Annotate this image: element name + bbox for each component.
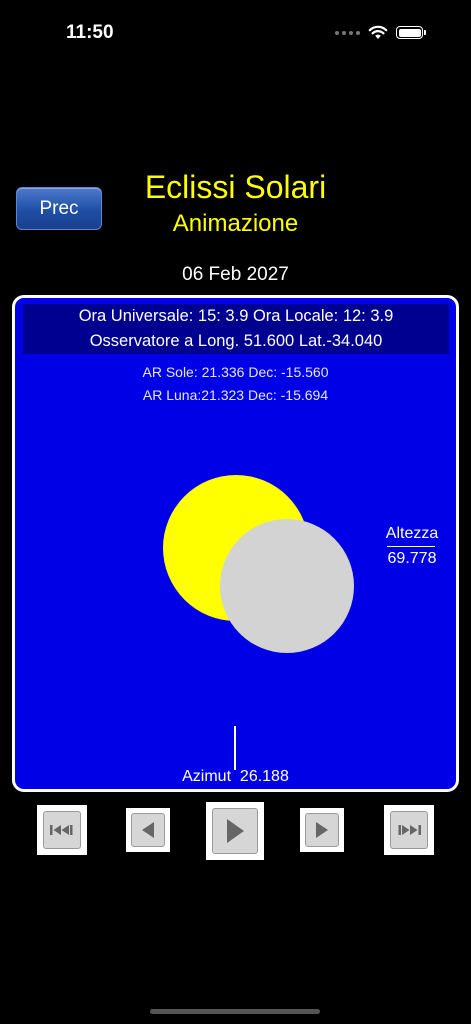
battery-icon bbox=[396, 26, 426, 39]
azimuth-marker bbox=[234, 726, 236, 770]
status-icons bbox=[335, 25, 426, 40]
step-forward-icon bbox=[316, 822, 328, 838]
altitude-divider bbox=[387, 546, 435, 547]
step-back-icon bbox=[142, 822, 154, 838]
azimuth-readout: Azimut 26.188 bbox=[182, 768, 289, 785]
altitude-value: 69.778 bbox=[387, 550, 437, 567]
skip-last-button[interactable] bbox=[384, 805, 434, 855]
time-info: Ora Universale: 15: 3.9 Ora Locale: 12: … bbox=[23, 304, 449, 329]
wifi-icon bbox=[368, 25, 388, 39]
sun-coordinates: AR Sole: 21.336 Dec: -15.560 bbox=[142, 364, 329, 380]
moon-coordinates: AR Luna:21.323 Dec: -15.694 bbox=[142, 387, 329, 403]
moon-disc bbox=[220, 519, 354, 653]
home-indicator[interactable] bbox=[150, 1009, 320, 1014]
play-button[interactable] bbox=[206, 802, 264, 860]
step-forward-button[interactable] bbox=[300, 808, 344, 852]
eclipse-panel: Ora Universale: 15: 3.9 Ora Locale: 12: … bbox=[12, 295, 459, 792]
page-title: Eclissi Solari bbox=[144, 169, 327, 205]
altitude-label: Altezza bbox=[385, 525, 439, 542]
skip-first-button[interactable] bbox=[37, 805, 87, 855]
observer-info: Osservatore a Long. 51.600 Lat.-34.040 bbox=[23, 329, 449, 354]
status-time: 11:50 bbox=[66, 22, 114, 43]
signal-icon bbox=[335, 30, 360, 35]
skip-last-icon bbox=[398, 825, 421, 835]
step-back-button[interactable] bbox=[126, 808, 170, 852]
skip-first-icon bbox=[50, 825, 73, 835]
play-icon bbox=[227, 819, 244, 843]
page-subtitle: Animazione bbox=[172, 210, 299, 237]
eclipse-date: 06 Feb 2027 bbox=[182, 264, 289, 285]
